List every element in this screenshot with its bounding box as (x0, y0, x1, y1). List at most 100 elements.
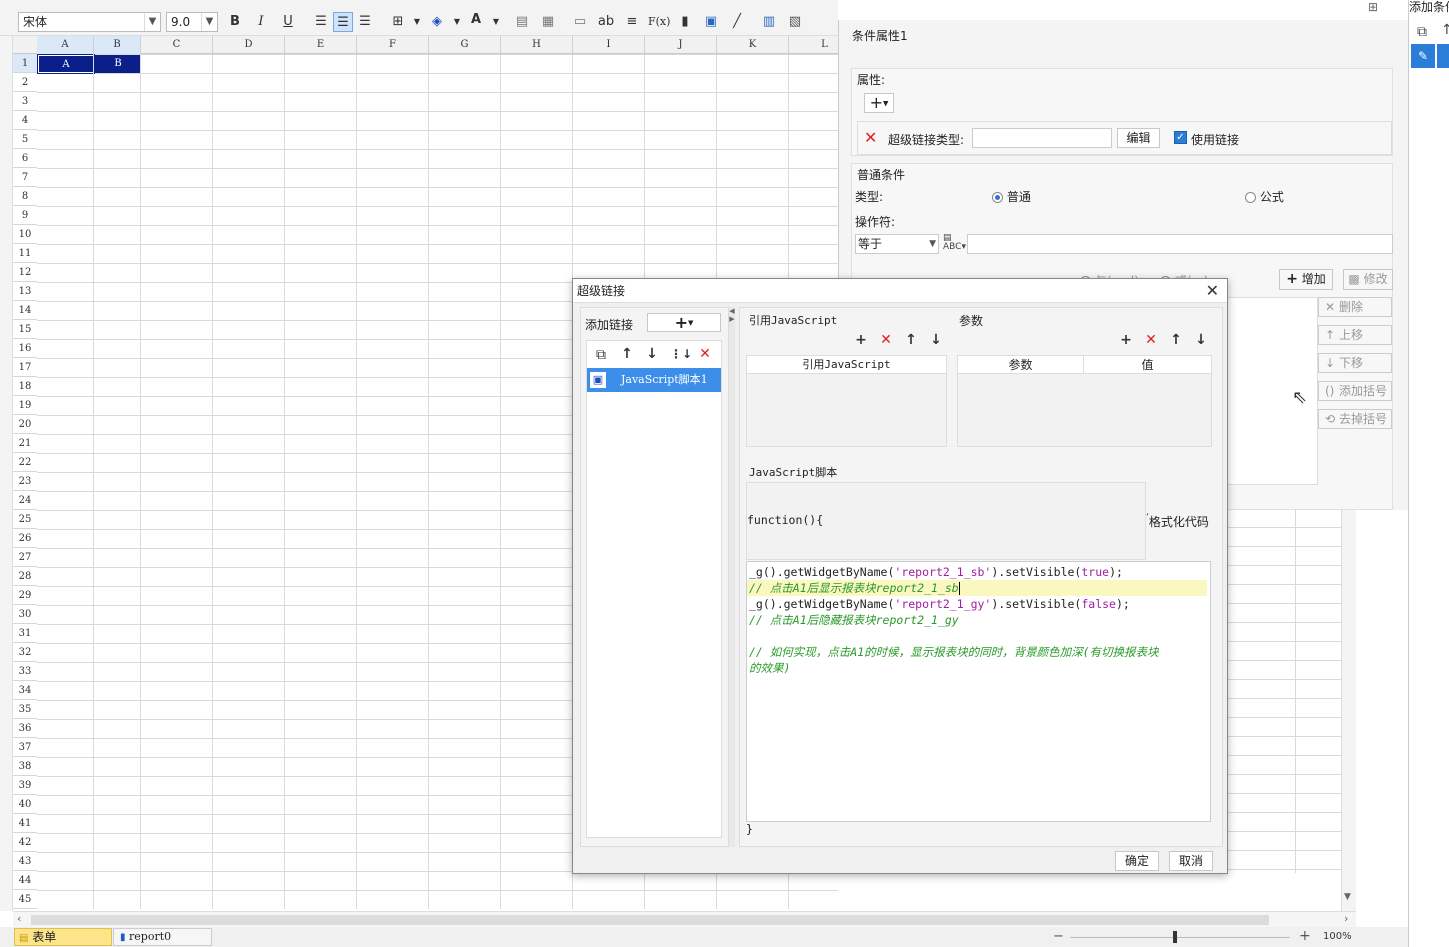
condition-value-field[interactable] (967, 234, 1393, 254)
ref-js-table[interactable]: 引用JavaScript (746, 355, 947, 447)
text-button[interactable]: ab (596, 12, 616, 32)
text-box-icon[interactable]: ▭ (570, 12, 590, 32)
ok-button[interactable]: 确定 (1115, 851, 1159, 871)
column-header[interactable]: E (285, 36, 357, 54)
column-header[interactable]: L (789, 36, 838, 54)
chevron-down-icon[interactable]: ▼ (929, 235, 936, 253)
row-header[interactable]: 7 (13, 168, 37, 187)
align-center-icon[interactable]: ☰ (333, 12, 353, 32)
slash-icon[interactable]: ╱ (727, 12, 747, 32)
arrow-down-icon[interactable]: ↓ (1193, 332, 1209, 348)
align-right-icon[interactable]: ☰ (355, 12, 375, 32)
remove-bracket-button[interactable]: ⟲ 去掉括号 (1318, 409, 1392, 429)
column-header[interactable]: J (645, 36, 717, 54)
row-header[interactable]: 27 (13, 548, 37, 567)
arrow-down-icon[interactable]: ↓ (928, 332, 944, 348)
vertical-scrollbar[interactable]: ▼ (1341, 508, 1356, 911)
paragraph-icon[interactable]: ≡ (622, 12, 642, 32)
cell-a1[interactable]: A (37, 54, 95, 74)
splitter-handle[interactable]: ◀ ▶ (729, 307, 735, 847)
zoom-out-button[interactable]: − (1053, 929, 1064, 944)
type-normal-radio[interactable]: 普通 (992, 188, 1031, 205)
row-header[interactable]: 25 (13, 510, 37, 529)
horizontal-scrollbar[interactable]: ‹ › (13, 911, 1356, 927)
arrow-up-icon[interactable]: ↑ (1168, 332, 1184, 348)
plus-icon[interactable]: + (853, 332, 869, 348)
column-header[interactable]: C (141, 36, 213, 54)
row-header[interactable]: 21 (13, 434, 37, 453)
modify-condition-button[interactable]: ▩ 修改 (1343, 269, 1393, 290)
font-color-button[interactable]: A (466, 10, 486, 30)
arrow-up-icon[interactable]: ↑ (903, 332, 919, 348)
row-header[interactable]: 45 (13, 890, 37, 909)
row-header[interactable]: 42 (13, 833, 37, 852)
border-icon[interactable]: ⊞ (388, 12, 408, 32)
row-header[interactable]: 31 (13, 624, 37, 643)
row-header[interactable]: 43 (13, 852, 37, 871)
chevron-down-icon[interactable]: ▼ (201, 13, 217, 31)
row-header[interactable]: 36 (13, 719, 37, 738)
chevron-down-icon[interactable]: ▼ (407, 12, 427, 32)
row-header[interactable]: 12 (13, 263, 37, 282)
row-header[interactable]: 20 (13, 415, 37, 434)
code-editor[interactable]: _g().getWidgetByName('report2_1_sb').set… (746, 561, 1211, 822)
row-header[interactable]: 11 (13, 244, 37, 263)
formula-button[interactable]: F(x) (648, 12, 670, 32)
link-list[interactable]: ⧉ ↑ ↓ ⋮↓ ✕ ▣ JavaScript脚本1 (586, 340, 722, 838)
chevron-right-icon[interactable]: › (1344, 912, 1348, 925)
move-down-button[interactable]: ↓ 下移 (1318, 353, 1392, 373)
operator-select[interactable]: 等于 ▼ (855, 234, 939, 254)
row-header[interactable]: 41 (13, 814, 37, 833)
row-header[interactable]: 38 (13, 757, 37, 776)
column-header[interactable]: A (37, 36, 94, 54)
row-header[interactable]: 10 (13, 225, 37, 244)
column-header[interactable]: I (573, 36, 645, 54)
column-header[interactable]: F (357, 36, 429, 54)
zoom-slider[interactable] (1070, 937, 1290, 938)
row-header[interactable]: 19 (13, 396, 37, 415)
row-header[interactable]: 2 (13, 73, 37, 92)
delete-icon[interactable]: ✕ (697, 346, 713, 362)
row-header[interactable]: 8 (13, 187, 37, 206)
cancel-button[interactable]: 取消 (1169, 851, 1213, 871)
cell-b1[interactable]: B (95, 55, 141, 73)
row-header[interactable]: 40 (13, 795, 37, 814)
column-header[interactable]: D (213, 36, 285, 54)
row-header[interactable]: 30 (13, 605, 37, 624)
arrow-up-icon[interactable]: ↑ (619, 346, 635, 362)
edit-pencil-icon[interactable]: ✎ (1411, 44, 1435, 68)
delete-button[interactable]: ✕ 删除 (1318, 297, 1392, 317)
row-header[interactable]: 16 (13, 339, 37, 358)
row-header[interactable]: 34 (13, 681, 37, 700)
zoom-in-button[interactable]: + (1299, 928, 1311, 944)
add-bracket-button[interactable]: () 添加括号 (1318, 381, 1392, 401)
chart-icon[interactable]: ▮ (675, 12, 695, 32)
arrow-down-icon[interactable]: ↓ (644, 346, 660, 362)
align-left-icon[interactable]: ☰ (311, 12, 331, 32)
row-header[interactable]: 17 (13, 358, 37, 377)
column-header[interactable]: G (429, 36, 501, 54)
image-icon[interactable]: ▣ (701, 12, 721, 32)
row-header[interactable]: 39 (13, 776, 37, 795)
font-name-select[interactable]: 宋体 ▼ (18, 12, 161, 32)
chevron-down-icon[interactable]: ▼ (1344, 892, 1351, 902)
row-header[interactable]: 15 (13, 320, 37, 339)
grid-icon[interactable]: ⊞ (1368, 0, 1378, 14)
chevron-left-icon[interactable]: ‹ (17, 912, 21, 925)
bold-button[interactable]: B (225, 12, 245, 32)
zoom-slider-thumb[interactable] (1173, 931, 1177, 943)
row-header[interactable]: 33 (13, 662, 37, 681)
row-header[interactable]: 13 (13, 282, 37, 301)
row-header[interactable]: 18 (13, 377, 37, 396)
hyperlink-type-field[interactable] (972, 128, 1112, 148)
use-link-checkbox[interactable]: ✓ (1174, 131, 1187, 144)
row-header[interactable]: 32 (13, 643, 37, 662)
arrow-up-icon[interactable]: ↑ (1441, 22, 1449, 38)
delete-icon[interactable]: ✕ (864, 128, 877, 147)
column-header[interactable]: H (501, 36, 573, 54)
close-icon[interactable]: ✕ (1206, 279, 1219, 303)
plus-icon[interactable]: + (1118, 332, 1134, 348)
row-header[interactable]: 6 (13, 149, 37, 168)
add-link-button[interactable]: +▼ (647, 313, 721, 332)
params-table[interactable]: 参数 值 (957, 355, 1212, 447)
